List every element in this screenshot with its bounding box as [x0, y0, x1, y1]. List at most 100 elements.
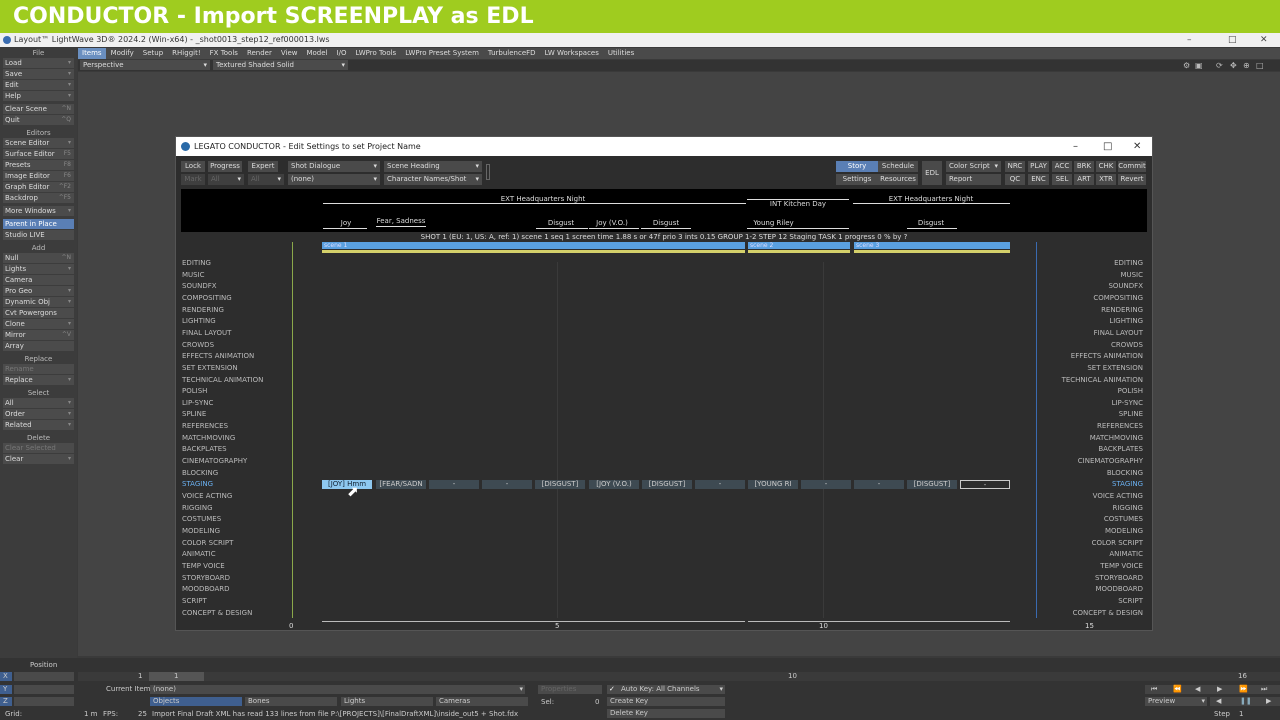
department-row-label[interactable]: LIP-SYNC	[182, 398, 213, 409]
tag-play-button[interactable]: PLAY	[1028, 161, 1049, 172]
go-to-start-icon[interactable]: ⏮	[1151, 685, 1157, 694]
prev-frame-icon[interactable]: ◀	[1195, 685, 1200, 693]
department-row-label[interactable]: MUSIC	[182, 270, 205, 281]
maximize-view-icon[interactable]: □	[1256, 61, 1264, 70]
shot-cell[interactable]: [DISGUST]	[907, 480, 957, 489]
shot-cell[interactable]: -	[482, 480, 532, 489]
clear-menu[interactable]: Clear ▾	[3, 454, 74, 464]
quit-button[interactable]: Quit ^Q	[3, 115, 74, 125]
objects-button[interactable]: Objects	[150, 697, 242, 706]
department-row-label[interactable]: STAGING	[1112, 479, 1143, 490]
revert-button[interactable]: Revert	[1118, 174, 1146, 185]
zoom-view-icon[interactable]: ⊕	[1243, 61, 1250, 70]
tab-modify[interactable]: Modify	[107, 48, 138, 59]
department-row-label[interactable]: POLISH	[1118, 386, 1143, 397]
department-row-label[interactable]: VOICE ACTING	[182, 491, 232, 502]
next-key-icon[interactable]: ⏩	[1239, 685, 1248, 693]
department-row-label[interactable]: REFERENCES	[182, 421, 228, 432]
select-all-menu[interactable]: All ▾	[3, 398, 74, 408]
scene-editor-button[interactable]: Scene Editor ▾	[3, 138, 74, 148]
rename-button[interactable]: Rename	[3, 364, 74, 374]
add-lights-menu[interactable]: Lights ▾	[3, 264, 74, 274]
department-row-label[interactable]: MATCHMOVING	[1090, 433, 1143, 444]
department-row-label[interactable]: MODELING	[182, 526, 220, 537]
department-row-label[interactable]: CONCEPT & DESIGN	[1073, 608, 1143, 619]
schedule-button[interactable]: Schedule	[878, 161, 918, 172]
mark-all2-select[interactable]: All	[248, 174, 284, 185]
add-null-button[interactable]: Null ^N	[3, 253, 74, 263]
go-to-end-icon[interactable]: ⏭	[1261, 685, 1267, 694]
clear-selected-button[interactable]: Clear Selected	[3, 443, 74, 453]
department-row-label[interactable]: STORYBOARD	[182, 573, 230, 584]
department-row-label[interactable]: SOUNDFX	[1108, 281, 1143, 292]
mark-all-select[interactable]: All	[208, 174, 244, 185]
graph-editor-button[interactable]: Graph Editor ^F2	[3, 182, 74, 192]
shot-cell[interactable]: [JOY (V.O.)	[589, 480, 639, 489]
mark-button[interactable]: Mark	[181, 174, 205, 185]
splitter-handle[interactable]	[486, 164, 490, 180]
department-row-label[interactable]: FINAL LAYOUT	[1094, 328, 1143, 339]
department-row-label[interactable]: LIGHTING	[182, 316, 216, 327]
clear-scene-button[interactable]: Clear Scene ^N	[3, 104, 74, 114]
z-position-field[interactable]	[14, 697, 74, 706]
department-row-label[interactable]: FINAL LAYOUT	[182, 328, 231, 339]
department-row-label[interactable]: SPLINE	[1119, 409, 1143, 420]
department-row-label[interactable]: EFFECTS ANIMATION	[1071, 351, 1143, 362]
y-position-field[interactable]	[14, 685, 74, 694]
department-row-label[interactable]: LIP-SYNC	[1112, 398, 1143, 409]
tab-utilities[interactable]: Utilities	[604, 48, 638, 59]
tab-items[interactable]: Items	[78, 48, 106, 59]
parent-in-place-toggle[interactable]: Parent in Place	[3, 219, 74, 229]
department-row-label[interactable]: SCRIPT	[1118, 596, 1143, 607]
department-row-label[interactable]: BACKPLATES	[1098, 444, 1143, 455]
tab-fx-tools[interactable]: FX Tools	[206, 48, 242, 59]
add-dynamic-obj-menu[interactable]: Dynamic Obj ▾	[3, 297, 74, 307]
shot-cell[interactable]: [DISGUST]	[642, 480, 692, 489]
surface-editor-button[interactable]: Surface Editor F5	[3, 149, 74, 159]
tag-chk-button[interactable]: CHK	[1096, 161, 1116, 172]
department-row-label[interactable]: CINEMATOGRAPHY	[1078, 456, 1143, 467]
more-windows-menu[interactable]: More Windows ▾	[3, 206, 74, 216]
tab-turbulencefd[interactable]: TurbulenceFD	[484, 48, 540, 59]
scene-heading-select[interactable]: Scene Heading	[384, 161, 482, 172]
department-row-label[interactable]: MOODBOARD	[182, 584, 230, 595]
department-row-label[interactable]: RIGGING	[182, 503, 213, 514]
tag-xtr-button[interactable]: XTR	[1096, 174, 1116, 185]
department-row-label[interactable]: RENDERING	[182, 305, 224, 316]
minimize-icon[interactable]: –	[1073, 137, 1078, 156]
tag-enc-button[interactable]: ENC	[1028, 174, 1049, 185]
lock-button[interactable]: Lock	[181, 161, 205, 172]
dialogue-filter-select[interactable]: (none)	[288, 174, 380, 185]
department-row-label[interactable]: STAGING	[182, 479, 213, 490]
timeline-slider[interactable]: 1 10 16	[78, 672, 1280, 681]
rotate-view-icon[interactable]: ⟳	[1216, 61, 1223, 70]
preview-select[interactable]: Preview	[1145, 697, 1207, 706]
department-row-label[interactable]: COLOR SCRIPT	[1092, 538, 1143, 549]
expert-button[interactable]: Expert	[248, 161, 278, 172]
department-row-label[interactable]: MODELING	[1105, 526, 1143, 537]
tab-lwpro-tools[interactable]: LWPro Tools	[351, 48, 400, 59]
department-row-label[interactable]: RENDERING	[1101, 305, 1143, 316]
gear-icon[interactable]: ⚙	[1183, 61, 1190, 70]
department-row-label[interactable]: COMPOSITING	[182, 293, 232, 304]
tab-view[interactable]: View	[277, 48, 302, 59]
tag-qc-button[interactable]: QC	[1005, 174, 1025, 185]
view-type-select[interactable]: Perspective	[80, 60, 210, 70]
edl-button[interactable]: EDL	[922, 161, 942, 185]
current-item-select[interactable]: (none)	[150, 685, 525, 694]
scene-bar-3[interactable]: scene 3	[854, 242, 1010, 249]
presets-button[interactable]: Presets F8	[3, 160, 74, 170]
lights-button[interactable]: Lights	[341, 697, 433, 706]
progress-button[interactable]: Progress	[208, 161, 242, 172]
scene-bar-1[interactable]: scene 1	[322, 242, 745, 249]
department-row-label[interactable]: EFFECTS ANIMATION	[182, 351, 254, 362]
load-menu[interactable]: Load ▾	[3, 58, 74, 68]
array-button[interactable]: Array	[3, 341, 74, 351]
department-row-label[interactable]: SOUNDFX	[182, 281, 217, 292]
department-row-label[interactable]: TECHNICAL ANIMATION	[1062, 375, 1143, 386]
department-row-label[interactable]: BACKPLATES	[182, 444, 227, 455]
department-row-label[interactable]: SCRIPT	[182, 596, 207, 607]
close-icon[interactable]: ✕	[1260, 33, 1268, 47]
shot-cell[interactable]: [FEAR/SADN	[376, 480, 426, 489]
shot-dialogue-select[interactable]: Shot Dialogue	[288, 161, 380, 172]
